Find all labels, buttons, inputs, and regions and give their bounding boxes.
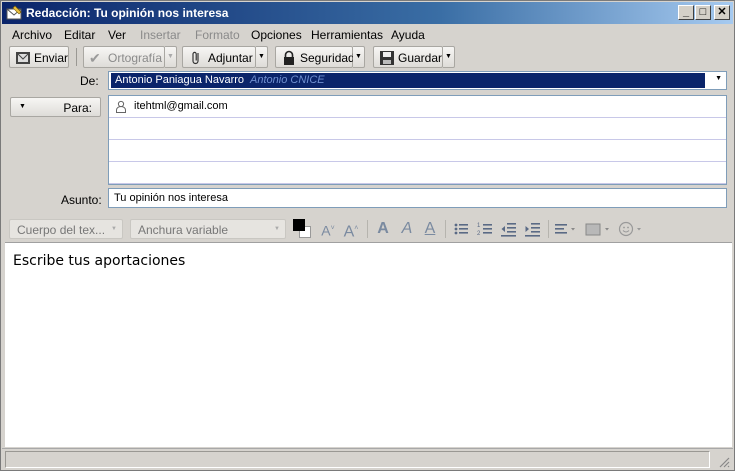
message-body-editor[interactable]: Escribe tus aportaciones: [5, 242, 732, 447]
increase-indent-icon[interactable]: [524, 220, 542, 238]
recipient-type-button[interactable]: ▼ Para:: [10, 97, 101, 117]
smiley-icon[interactable]: [617, 220, 645, 238]
chevron-down-icon: ▼: [19, 103, 26, 110]
attach-label: Adjuntar: [208, 51, 253, 65]
from-label: De:: [80, 74, 99, 88]
paragraph-style-value: Cuerpo del tex...: [17, 223, 106, 237]
save-button[interactable]: Guardar: [373, 46, 443, 68]
to-label: Para:: [63, 101, 92, 115]
format-separator: [445, 220, 446, 238]
numbered-list-icon[interactable]: 1 2: [476, 220, 494, 238]
status-panel: [5, 451, 710, 468]
bold-icon[interactable]: A: [374, 220, 392, 238]
text-color-swatch: [293, 219, 305, 231]
menu-herramientas[interactable]: Herramientas: [311, 28, 383, 42]
spelling-button[interactable]: ✔ Ortografía: [83, 46, 165, 68]
compose-window: Redacción: Tu opinión nos interesa _ □ ✕…: [0, 0, 735, 471]
close-button[interactable]: ✕: [714, 5, 730, 20]
menu-opciones[interactable]: Opciones: [251, 28, 302, 42]
from-value: Antonio Paniagua Navarro Antonio CNICE: [111, 73, 705, 88]
status-bar: [2, 448, 733, 470]
main-toolbar: Enviar ✔ Ortografía ▼ Adjuntar ▼ Segurid…: [2, 45, 733, 69]
send-label: Enviar: [34, 51, 69, 65]
menu-bar: Archivo Editar Ver Insertar Formato Opci…: [2, 25, 733, 45]
menu-editar[interactable]: Editar: [64, 28, 95, 42]
from-name: Antonio Paniagua Navarro: [115, 74, 245, 86]
chevron-down-icon: ▼: [111, 226, 117, 232]
checkmark-icon: ✔: [89, 50, 101, 66]
svg-text:2: 2: [477, 231, 481, 237]
menu-insertar[interactable]: Insertar: [140, 28, 181, 42]
menu-ver[interactable]: Ver: [108, 28, 126, 42]
align-left-icon[interactable]: [554, 220, 578, 238]
svg-text:1: 1: [477, 223, 481, 229]
recipient-row[interactable]: itehtml@gmail.com: [109, 96, 726, 118]
recipient-address: itehtml@gmail.com: [134, 100, 228, 112]
font-select[interactable]: Anchura variable ▼: [130, 219, 286, 239]
title-bar: Redacción: Tu opinión nos interesa _ □ ✕: [2, 2, 733, 24]
menu-archivo[interactable]: Archivo: [12, 28, 52, 42]
save-dropdown[interactable]: ▼: [443, 46, 455, 68]
resize-grip-icon[interactable]: [718, 456, 730, 468]
security-dropdown[interactable]: ▼: [353, 46, 365, 68]
send-icon: [16, 52, 30, 64]
minimize-button[interactable]: _: [678, 5, 694, 20]
person-icon: [116, 100, 126, 113]
window-title: Redacción: Tu opinión nos interesa: [26, 6, 229, 20]
decrease-font-size-icon[interactable]: A˅: [319, 220, 337, 239]
spelling-dropdown[interactable]: ▼: [165, 46, 177, 68]
text-color-picker[interactable]: [293, 219, 313, 239]
subject-input[interactable]: Tu opinión nos interesa: [108, 188, 727, 208]
decrease-indent-icon[interactable]: [500, 220, 518, 238]
floppy-disk-icon: [380, 51, 394, 65]
attach-dropdown[interactable]: ▼: [256, 46, 268, 68]
save-label: Guardar: [398, 51, 443, 65]
increase-font-size-icon[interactable]: A˄: [342, 220, 360, 240]
format-separator: [367, 220, 368, 238]
from-account-name: Antonio CNICE: [250, 74, 325, 86]
recipients-list[interactable]: itehtml@gmail.com: [108, 95, 727, 185]
font-value: Anchura variable: [138, 223, 229, 237]
recipient-row[interactable]: [109, 140, 726, 162]
attach-button[interactable]: Adjuntar: [182, 46, 256, 68]
lock-icon: [284, 50, 294, 65]
format-toolbar: Cuerpo del tex... ▼ Anchura variable ▼ A…: [2, 215, 733, 241]
message-body-text: Escribe tus aportaciones: [13, 253, 186, 269]
chevron-down-icon: ▼: [274, 226, 280, 232]
security-button[interactable]: Seguridad: [275, 46, 355, 68]
compose-mail-icon: [6, 5, 22, 20]
paragraph-style-select[interactable]: Cuerpo del tex... ▼: [9, 219, 123, 239]
menu-formato[interactable]: Formato: [195, 28, 240, 42]
bullet-list-icon[interactable]: [452, 220, 470, 238]
spelling-label: Ortografía: [108, 51, 163, 65]
underline-icon[interactable]: A: [421, 220, 439, 238]
menu-ayuda[interactable]: Ayuda: [391, 28, 425, 42]
insert-image-icon[interactable]: [584, 220, 612, 238]
maximize-button[interactable]: □: [695, 5, 711, 20]
toolbar-separator: [76, 48, 77, 66]
italic-icon[interactable]: A: [398, 220, 416, 238]
security-label: Seguridad: [300, 51, 355, 65]
recipient-row[interactable]: [109, 162, 726, 184]
from-account-select[interactable]: Antonio Paniagua Navarro Antonio CNICE ▼: [108, 71, 727, 90]
recipient-row[interactable]: [109, 118, 726, 140]
format-separator: [548, 220, 549, 238]
paperclip-icon: [192, 51, 199, 65]
send-button[interactable]: Enviar: [9, 46, 69, 68]
subject-label: Asunto:: [61, 193, 102, 207]
chevron-down-icon: ▼: [715, 75, 722, 82]
